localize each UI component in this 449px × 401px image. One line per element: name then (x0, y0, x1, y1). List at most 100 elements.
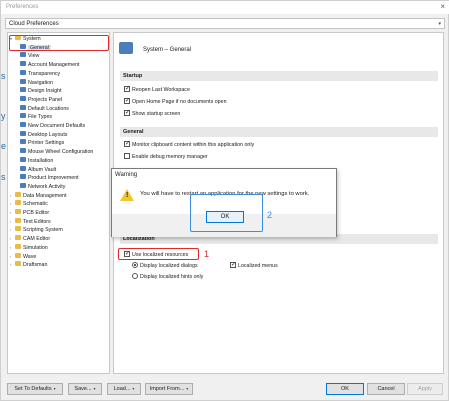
radio-label: Display localized dialogs (140, 263, 198, 269)
tree-item-label: CAM Editor (23, 236, 51, 243)
gear-icon (20, 78, 26, 84)
folder-icon (15, 217, 21, 223)
gear-icon (20, 130, 26, 136)
folder-icon (15, 252, 21, 258)
tree-item[interactable]: › Wave (10, 252, 37, 261)
checkbox-reopen-last-workspace[interactable]: ✓ Reopen Last Workspace (124, 85, 190, 94)
tree-item[interactable]: › PCB Editor (10, 209, 49, 217)
tree-item[interactable]: View (20, 52, 39, 60)
background-text-fragment: y (1, 111, 6, 121)
highlight-box-localized (118, 248, 199, 260)
gear-icon (20, 87, 26, 93)
tree-item[interactable]: › Schematic (10, 200, 48, 208)
load-button[interactable]: Load... ▾ (107, 383, 141, 395)
close-icon[interactable]: × (440, 2, 445, 11)
gear-icon (20, 165, 26, 171)
import-from-button[interactable]: Import From... ▾ (145, 383, 193, 395)
radio-icon (132, 261, 138, 268)
tree-item-label: Mouse Wheel Configuration (28, 149, 94, 156)
tree-item[interactable]: › Draftsman (10, 261, 47, 269)
preferences-window: Preferences × Cloud Preferences ▾ s y e … (0, 0, 449, 401)
tree-item[interactable]: Installation (20, 156, 54, 165)
gear-icon (20, 113, 26, 119)
gear-icon (20, 182, 26, 188)
tree-item-label: Default Locations (28, 105, 69, 112)
tree-item[interactable]: Mouse Wheel Configuration (20, 148, 93, 156)
tree-item[interactable]: › Data Management (10, 191, 67, 200)
checkbox-label: Show startup screen (132, 111, 181, 117)
chevron-down-icon: ▾ (53, 386, 56, 391)
apply-button[interactable]: Apply (407, 383, 443, 395)
radio-display-localized-dialogs[interactable]: Display localized dialogs (132, 261, 198, 270)
tree-item-label: PCB Editor (23, 210, 50, 216)
tree-item[interactable]: › CAM Editor (10, 235, 50, 243)
checkbox-icon: ✓ (124, 85, 131, 92)
tree-item-label: Installation (28, 157, 54, 164)
tree-item[interactable]: File Types (20, 113, 52, 121)
tree-item-label: File Types (28, 114, 53, 121)
background-text-fragment: s (1, 71, 6, 81)
tree-item[interactable]: Desktop Layouts (20, 130, 68, 139)
checkbox-open-home-page[interactable]: ✓ Open Home Page if no documents open (124, 97, 227, 106)
set-to-defaults-button[interactable]: Set To Defaults ▾ (7, 383, 63, 395)
button-label: Import From... (149, 386, 185, 392)
chevron-down-icon: ▾ (93, 386, 96, 391)
cancel-button[interactable]: Cancel (367, 383, 405, 395)
chevron-down-icon: ▾ (186, 386, 189, 391)
checkbox-label: Open Home Page if no documents open (132, 99, 227, 105)
save-button[interactable]: Save... ▾ (68, 383, 102, 395)
tree-item-label: Desktop Layouts (28, 131, 68, 138)
tree-item[interactable]: › Text Editors (10, 217, 51, 226)
background-text-fragment: e (1, 141, 7, 151)
checkbox-icon: ✓ (124, 140, 131, 147)
tree-item-label: Text Editors (23, 218, 51, 225)
checkbox-label: Enable debug memory manager (132, 154, 208, 160)
tree-item-label: Data Management (23, 192, 67, 199)
tree-item[interactable]: Printer Settings (20, 139, 64, 147)
folder-icon (15, 200, 21, 206)
tree-item-label: Projects Panel (28, 96, 63, 103)
tree-item-label: Schematic (23, 201, 48, 208)
tree-item[interactable]: › Simulation (10, 243, 48, 252)
tree-item[interactable]: Transparency (20, 69, 61, 78)
tree-item-label: Design Insight (28, 88, 62, 95)
tree-item-label: Printer Settings (28, 140, 65, 147)
tree-item[interactable]: Design Insight (20, 87, 62, 95)
tree-item[interactable]: › Scripting System (10, 226, 63, 234)
highlight-box-general (9, 35, 109, 51)
checkbox-icon: ✓ (124, 97, 131, 104)
tree-item[interactable]: Product Improvement (20, 174, 79, 182)
system-general-icon (119, 42, 133, 54)
checkbox-show-startup-screen[interactable]: ✓ Show startup screen (124, 109, 181, 118)
page-title: System – General (143, 47, 192, 53)
checkbox-label: Monitor clipboard content within this ap… (132, 142, 255, 148)
radio-display-localized-hints[interactable]: Display localized hints only (132, 272, 203, 281)
checkbox-debug-memory-manager[interactable]: Enable debug memory manager (124, 152, 208, 161)
tree-item-label: View (28, 53, 40, 60)
gear-icon (20, 148, 26, 154)
tree-item-label: Network Activity (28, 183, 66, 190)
checkbox-monitor-clipboard[interactable]: ✓ Monitor clipboard content within this a… (124, 140, 255, 149)
tree-item-label: Wave (23, 253, 37, 260)
tree-item[interactable]: Projects Panel (20, 95, 63, 104)
gear-icon (20, 104, 26, 110)
preferences-tree: ▾ System General View Account Management Tran… (7, 32, 110, 374)
preferences-profile-select[interactable]: Cloud Preferences ▾ (5, 18, 445, 29)
checkbox-localized-menus[interactable]: ✓ Localized menus (230, 261, 278, 270)
tree-item-label: Transparency (28, 70, 61, 77)
tree-item-label: Album Vault (28, 166, 57, 173)
button-label: Save... (74, 386, 92, 392)
tree-item[interactable]: Navigation (20, 78, 53, 87)
chevron-down-icon: ▾ (438, 21, 441, 27)
tree-item[interactable]: Account Management (20, 61, 80, 69)
section-startup: Startup (120, 71, 438, 81)
tree-item[interactable]: Album Vault (20, 165, 57, 174)
title-bar: Preferences × (1, 1, 449, 14)
tree-item[interactable]: Default Locations (20, 104, 69, 113)
checkbox-icon: ✓ (230, 261, 237, 268)
tree-item[interactable]: New Document Defaults (20, 122, 85, 130)
tree-item[interactable]: Network Activity (20, 182, 66, 191)
ok-button[interactable]: OK (326, 383, 364, 395)
folder-icon (15, 226, 21, 232)
checkbox-icon (124, 152, 130, 159)
